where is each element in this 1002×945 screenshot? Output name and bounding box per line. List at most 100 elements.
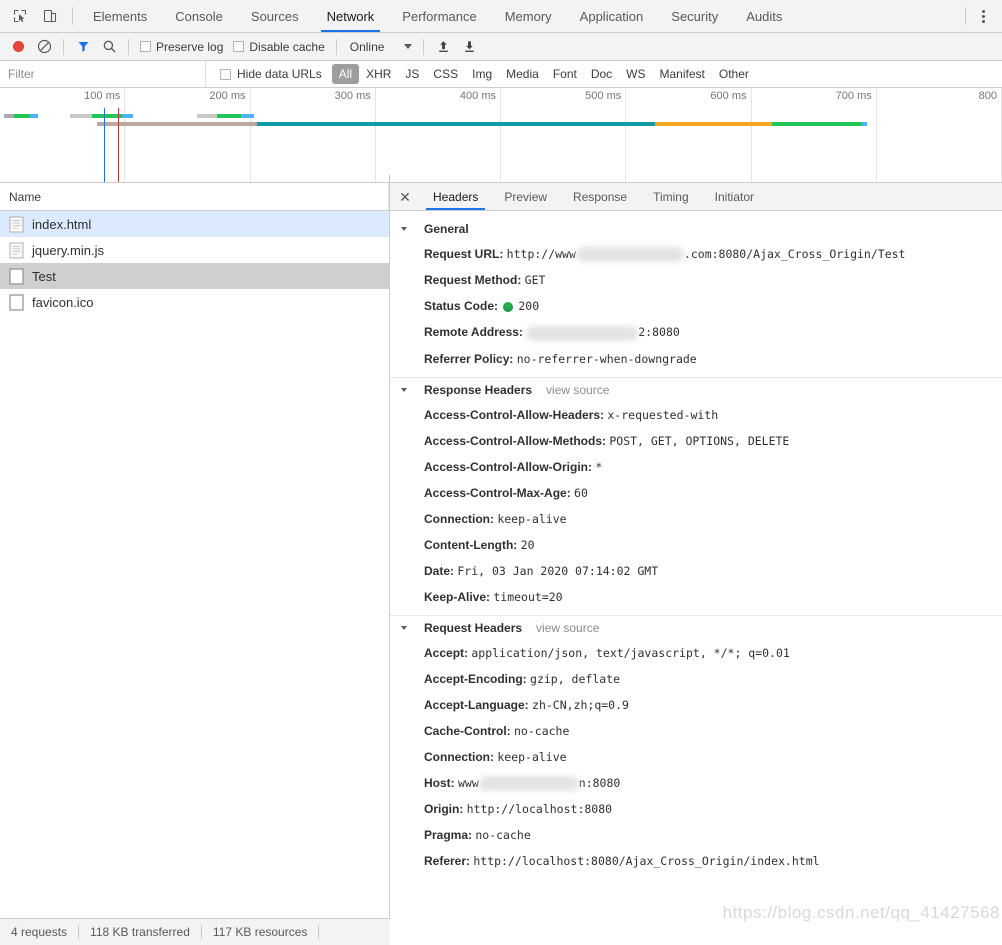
hide-data-urls-box-icon [220, 68, 231, 80]
tab-initiator[interactable]: Initiator [702, 183, 767, 210]
blank-document-icon [9, 293, 24, 311]
tab-response[interactable]: Response [560, 183, 640, 210]
column-header-name[interactable]: Name [0, 190, 41, 204]
column-resizer[interactable] [388, 183, 389, 210]
header-name: Keep-Alive: [424, 589, 494, 604]
headers-section-title[interactable]: General [390, 217, 1002, 241]
clear-icon [37, 39, 51, 54]
chevron-down-icon[interactable] [401, 625, 407, 630]
tab-security-label: Security [671, 8, 719, 24]
import-har-icon[interactable] [431, 36, 455, 58]
tab-response-label: Response [573, 189, 628, 204]
record-button[interactable] [6, 36, 30, 58]
redacted-region [575, 247, 684, 263]
tabbar-divider [72, 7, 73, 25]
filter-funnel-icon[interactable] [71, 36, 95, 58]
tab-headers[interactable]: Headers [420, 183, 491, 210]
header-value: keep-alive [497, 749, 567, 764]
header-row: Referrer Policy: no-referrer-when-downgr… [390, 346, 1002, 372]
tab-network[interactable]: Network [313, 0, 389, 32]
overview-bar [862, 122, 867, 126]
header-row: Connection: keep-alive [390, 506, 1002, 532]
headers-section: General Request URL: http://www .com:8080/… [390, 217, 1002, 372]
header-value: GET [524, 273, 546, 288]
headers-section-title[interactable]: Response Headers view source [390, 378, 1002, 402]
redacted-region [478, 775, 579, 791]
type-filter-other[interactable]: Other [712, 64, 756, 84]
type-filter-css[interactable]: CSS [426, 64, 465, 84]
more-options-icon[interactable] [972, 5, 994, 27]
filter-input[interactable] [0, 61, 205, 87]
header-row: Host: www n:8080 [390, 770, 1002, 796]
tab-timing[interactable]: Timing [640, 183, 702, 210]
hide-data-urls-checkbox[interactable]: Hide data URLs [206, 67, 332, 81]
type-filter-ws[interactable]: WS [619, 64, 652, 84]
inspect-element-icon[interactable] [10, 6, 30, 26]
clear-button[interactable] [32, 36, 56, 58]
disable-cache-checkbox[interactable]: Disable cache [229, 40, 328, 54]
header-value: x-requested-with [607, 407, 719, 422]
header-name: Request Method: [424, 273, 525, 288]
header-row: Accept: application/json, text/javascrip… [390, 640, 1002, 666]
tab-audits[interactable]: Audits [732, 0, 796, 32]
tab-application[interactable]: Application [566, 0, 658, 32]
close-icon[interactable]: ✕ [390, 183, 420, 210]
tab-preview[interactable]: Preview [491, 183, 560, 210]
type-filter-js[interactable]: JS [398, 64, 426, 84]
overview-bar [14, 114, 30, 118]
tabbar-right-group [959, 0, 1002, 32]
tab-console[interactable]: Console [161, 0, 237, 32]
hide-data-urls-label: Hide data URLs [237, 67, 322, 81]
type-filter-font[interactable]: Font [546, 64, 584, 84]
device-toolbar-icon[interactable] [40, 6, 60, 26]
overview-resize-nub[interactable] [389, 175, 390, 182]
chevron-down-icon[interactable] [401, 387, 407, 392]
tab-memory[interactable]: Memory [491, 0, 566, 32]
export-har-icon[interactable] [457, 36, 481, 58]
tab-security[interactable]: Security [657, 0, 732, 32]
header-row: Status Code: 200 [390, 293, 1002, 319]
tab-headers-label: Headers [433, 189, 479, 204]
header-row: Origin: http://localhost:8080 [390, 796, 1002, 822]
resource-type-filters: All XHR JS CSS Img Media Font Doc WS Man… [331, 64, 756, 84]
search-icon[interactable] [97, 36, 121, 58]
network-filter-bar: Hide data URLs All XHR JS CSS Img Media … [0, 60, 1002, 88]
status-requests-count: 4 requests [11, 925, 68, 939]
view-source-link[interactable]: view source [536, 621, 599, 635]
tab-performance[interactable]: Performance [388, 0, 490, 32]
chevron-down-icon[interactable] [401, 227, 407, 231]
header-value-part: n:8080 [578, 775, 621, 790]
type-filter-manifest[interactable]: Manifest [653, 64, 712, 84]
toolbar-divider-1 [63, 38, 64, 55]
devtools-window: Elements Console Sources Network Perform… [0, 0, 1002, 945]
header-row: Request URL: http://www .com:8080/Ajax_Cr… [390, 241, 1002, 267]
tab-elements[interactable]: Elements [79, 0, 161, 32]
request-list-item[interactable]: favicon.ico [0, 289, 389, 315]
tab-sources[interactable]: Sources [237, 0, 313, 32]
tab-preview-label: Preview [504, 189, 548, 204]
overview-bar [655, 122, 772, 126]
request-list-item[interactable]: index.html [0, 211, 389, 237]
request-list-item[interactable]: Test [0, 263, 389, 289]
view-source-link[interactable]: view source [546, 383, 609, 397]
type-filter-media[interactable]: Media [499, 64, 546, 84]
header-row: Referer: http://localhost:8080/Ajax_Cros… [390, 848, 1002, 874]
type-filter-xhr[interactable]: XHR [359, 64, 398, 84]
header-value: keep-alive [497, 511, 567, 526]
type-filter-all[interactable]: All [331, 64, 360, 84]
header-value: application/json, text/javascript, */*; … [471, 645, 790, 660]
request-list-item[interactable]: jquery.min.js [0, 237, 389, 263]
throttling-select[interactable]: Online [344, 40, 417, 54]
preserve-log-checkbox[interactable]: Preserve log [136, 40, 227, 54]
type-filter-doc[interactable]: Doc [584, 64, 619, 84]
overview-bar [30, 114, 38, 118]
header-name: Access-Control-Allow-Methods: [424, 433, 610, 448]
tab-network-label: Network [326, 8, 375, 24]
header-value-part: www [458, 775, 479, 790]
headers-section-title[interactable]: Request Headers view source [390, 616, 1002, 640]
network-overview-timeline[interactable]: 100 ms 200 ms 300 ms 400 ms 500 ms 600 ms 700 … [0, 88, 1002, 183]
header-value: 60 [574, 485, 588, 500]
request-list-header: Name [0, 183, 389, 211]
header-value: Fri, 03 Jan 2020 07:14:02 GMT [457, 563, 659, 578]
type-filter-img[interactable]: Img [465, 64, 499, 84]
